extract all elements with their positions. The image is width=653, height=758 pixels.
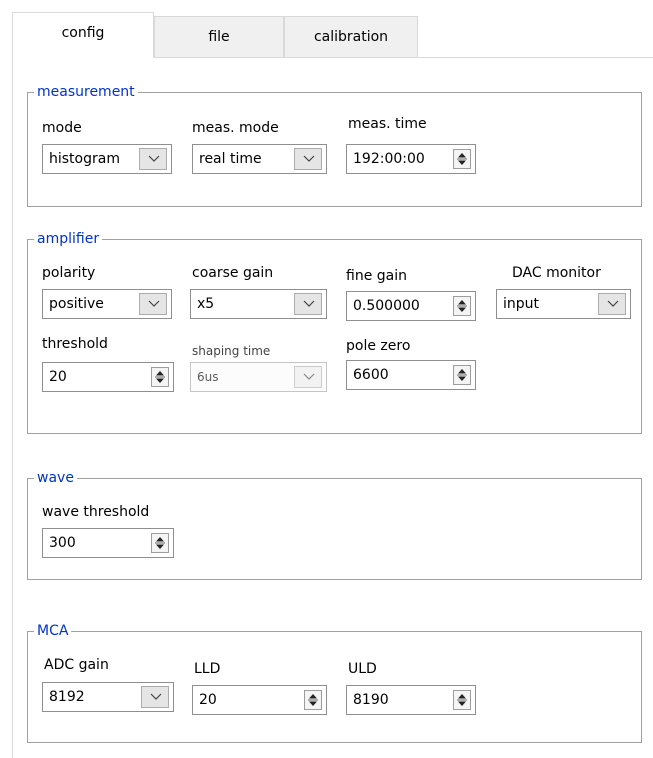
wave-threshold-spinbox[interactable]: 300 [42,528,174,558]
fine-gain-spinbox[interactable]: 0.500000 [346,291,476,321]
uld-spinbox[interactable]: 8190 [346,685,476,715]
threshold-value: 20 [49,369,67,385]
polarity-dropdown-button[interactable] [139,293,167,315]
adc-gain-label: ADC gain [44,657,109,673]
lld-label: LLD [194,661,221,677]
measurement-group: measurement mode histogram meas. mode re… [27,83,642,207]
wave-group: wave wave threshold 300 [27,469,642,580]
threshold-spin-buttons[interactable] [151,367,169,387]
chevron-down-icon [148,300,160,307]
meas-mode-label: meas. mode [192,120,279,136]
chevron-down-icon [303,373,315,380]
tab-config[interactable]: config [12,12,154,58]
meas-time-value: 192:00:00 [353,151,425,167]
polarity-value: positive [49,296,104,312]
meas-mode-dropdown-button[interactable] [294,148,322,170]
pole-zero-value: 6600 [353,367,389,383]
pole-zero-label: pole zero [346,338,411,354]
wave-group-title: wave [34,469,77,487]
coarse-gain-dropdown-button[interactable] [294,293,322,315]
mode-combo[interactable]: histogram [42,144,172,174]
mca-group: MCA ADC gain 8192 LLD 20 ULD 8190 [27,622,642,743]
coarse-gain-combo[interactable]: x5 [190,289,327,319]
up-down-arrows-icon [155,537,165,549]
threshold-label: threshold [42,336,108,352]
wave-threshold-spin-buttons[interactable] [151,533,169,553]
chevron-down-icon [150,693,162,700]
shaping-time-label: shaping time [192,344,271,358]
chevron-down-icon [303,300,315,307]
mca-group-title: MCA [34,622,72,640]
shaping-time-combo: 6us [190,362,327,392]
meas-time-spinbox[interactable]: 192:00:00 [346,144,476,174]
dac-monitor-combo[interactable]: input [496,289,631,319]
uld-spin-buttons[interactable] [453,690,471,710]
wave-threshold-label: wave threshold [42,504,150,520]
meas-time-spin-buttons[interactable] [453,149,471,169]
fine-gain-value: 0.500000 [353,298,420,314]
lld-spin-buttons[interactable] [304,690,322,710]
fine-gain-spin-buttons[interactable] [453,296,471,316]
up-down-arrows-icon [457,694,467,706]
uld-value: 8190 [353,692,389,708]
shaping-time-value: 6us [197,370,219,384]
threshold-spinbox[interactable]: 20 [42,362,174,392]
meas-mode-value: real time [199,151,262,167]
mode-label: mode [42,120,82,136]
amplifier-group: amplifier polarity positive coarse gain … [27,230,642,434]
amplifier-group-title: amplifier [34,230,103,248]
chevron-down-icon [303,155,315,162]
polarity-combo[interactable]: positive [42,289,172,319]
lld-spinbox[interactable]: 20 [192,685,327,715]
lld-value: 20 [199,692,217,708]
adc-gain-dropdown-button[interactable] [141,686,169,708]
measurement-group-title: measurement [34,83,138,101]
up-down-arrows-icon [155,371,165,383]
coarse-gain-value: x5 [197,296,215,312]
up-down-arrows-icon [457,369,467,381]
mode-value: histogram [49,151,120,167]
up-down-arrows-icon [457,300,467,312]
dac-monitor-value: input [503,296,540,312]
pole-zero-spinbox[interactable]: 6600 [346,360,476,390]
shaping-time-dropdown-button [294,366,322,388]
tab-file[interactable]: file [154,16,284,58]
wave-threshold-value: 300 [49,535,76,551]
chevron-down-icon [148,155,160,162]
pole-zero-spin-buttons[interactable] [453,365,471,385]
dac-monitor-dropdown-button[interactable] [598,293,626,315]
up-down-arrows-icon [457,153,467,165]
meas-time-label: meas. time [348,116,427,132]
adc-gain-combo[interactable]: 8192 [42,682,174,712]
chevron-down-icon [607,300,619,307]
uld-label: ULD [348,661,377,677]
coarse-gain-label: coarse gain [192,265,274,281]
mode-dropdown-button[interactable] [139,148,167,170]
up-down-arrows-icon [308,694,318,706]
fine-gain-label: fine gain [346,268,407,284]
dac-monitor-label: DAC monitor [512,265,601,281]
polarity-label: polarity [42,265,96,281]
adc-gain-value: 8192 [49,689,85,705]
tab-calibration[interactable]: calibration [284,16,418,58]
meas-mode-combo[interactable]: real time [192,144,327,174]
config-panel: measurement mode histogram meas. mode re… [12,57,653,758]
